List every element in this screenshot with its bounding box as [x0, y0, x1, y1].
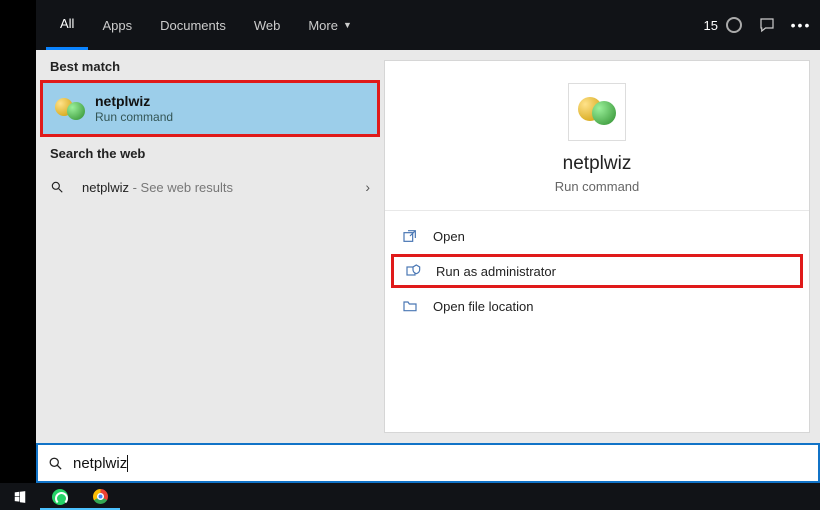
action-label: Run as administrator	[436, 264, 556, 279]
search-web-heading: Search the web	[36, 137, 384, 167]
preview-title: netplwiz	[385, 153, 809, 175]
rewards-icon	[726, 17, 742, 33]
tab-web[interactable]: Web	[240, 0, 295, 50]
taskbar-chrome[interactable]	[80, 483, 120, 510]
search-icon	[50, 180, 72, 194]
action-run-as-admin[interactable]: Run as administrator	[391, 254, 803, 288]
web-result-label: netplwiz - See web results	[82, 180, 365, 195]
open-icon	[401, 227, 419, 245]
chrome-icon	[93, 489, 108, 504]
tab-all[interactable]: All	[46, 0, 88, 50]
search-input-container[interactable]: netplwiz	[36, 443, 820, 483]
preview-subtitle: Run command	[385, 179, 809, 194]
best-match-result[interactable]: netplwiz Run command	[40, 80, 380, 137]
best-match-heading: Best match	[36, 50, 384, 80]
whatsapp-icon	[52, 489, 68, 505]
start-button[interactable]	[0, 483, 40, 510]
action-label: Open file location	[433, 299, 533, 314]
taskbar-whatsapp[interactable]	[40, 483, 80, 510]
taskbar	[0, 483, 820, 510]
results-panel: Best match netplwiz Run command Search t…	[36, 50, 384, 443]
web-result[interactable]: netplwiz - See web results ›	[36, 167, 384, 207]
rewards-button[interactable]: 15	[704, 17, 742, 33]
chevron-down-icon: ▼	[343, 20, 352, 30]
search-input[interactable]: netplwiz	[73, 455, 808, 472]
more-icon[interactable]: •••	[792, 16, 810, 34]
tab-apps[interactable]: Apps	[88, 0, 146, 50]
shield-run-icon	[404, 262, 422, 280]
tab-more[interactable]: More▼	[294, 0, 366, 50]
action-open-file-location[interactable]: Open file location	[385, 289, 809, 323]
netplwiz-icon	[55, 94, 85, 124]
search-icon	[48, 456, 63, 471]
feedback-icon[interactable]	[758, 16, 776, 34]
best-match-subtitle: Run command	[95, 110, 173, 124]
chevron-right-icon: ›	[365, 179, 370, 195]
preview-panel: netplwiz Run command Open Run as	[384, 60, 810, 433]
action-label: Open	[433, 229, 465, 244]
tab-documents[interactable]: Documents	[146, 0, 240, 50]
search-filter-bar: All Apps Documents Web More▼ 15 •••	[36, 0, 820, 50]
best-match-title: netplwiz	[95, 93, 173, 109]
action-open[interactable]: Open	[385, 219, 809, 253]
windows-icon	[13, 490, 27, 504]
folder-icon	[401, 297, 419, 315]
preview-app-icon	[568, 83, 626, 141]
text-caret	[127, 455, 128, 472]
